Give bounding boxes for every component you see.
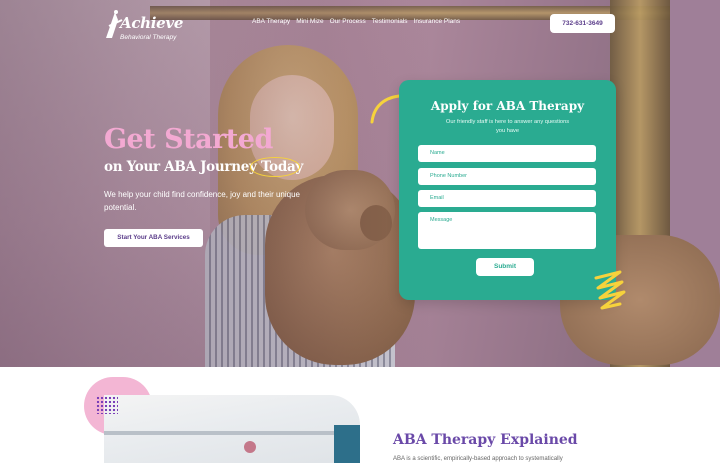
hero-description: We help your child find confidence, joy … xyxy=(104,190,300,212)
message-field[interactable]: Message xyxy=(418,212,596,249)
nav-item-our-process[interactable]: Our Process xyxy=(330,18,366,25)
main-nav: ABA Therapy Mini Mize Our Process Testim… xyxy=(252,18,460,25)
photo-ceiling-stripe xyxy=(104,431,360,435)
brand-tagline: Behavioral Therapy xyxy=(120,34,177,41)
nav-item-testimonials[interactable]: Testimonials xyxy=(372,18,408,25)
nav-item-mini-mize[interactable]: Mini Mize xyxy=(296,18,323,25)
nav-item-insurance-plans[interactable]: Insurance Plans xyxy=(414,18,461,25)
phone-field[interactable]: Phone Number xyxy=(418,168,596,185)
photo-wall-accent xyxy=(334,425,360,463)
section-title: ABA Therapy Explained xyxy=(393,432,578,448)
form-subtitle: Our friendly staff is here to answer any… xyxy=(445,119,570,134)
phone-button[interactable]: 732-631-3649 xyxy=(550,14,615,33)
brand-name: Achieve xyxy=(120,14,184,32)
hero-subheadline-prefix: on Your ABA Journey xyxy=(104,159,261,175)
photo-lamp xyxy=(244,441,256,453)
nav-item-aba-therapy[interactable]: ABA Therapy xyxy=(252,18,290,25)
scribble-decoration-icon xyxy=(594,270,626,310)
highlight-circle xyxy=(250,157,300,177)
submit-button[interactable]: Submit xyxy=(476,258,534,276)
dot-grid-decoration xyxy=(96,396,118,414)
form-title: Apply for ABA Therapy xyxy=(430,99,585,113)
start-services-button[interactable]: Start Your ABA Services xyxy=(104,229,203,247)
hero-headline: Get Started xyxy=(104,124,273,155)
application-form: Apply for ABA Therapy Our friendly staff… xyxy=(399,80,616,300)
section-photo xyxy=(104,395,360,463)
logo[interactable]: Achieve Behavioral Therapy xyxy=(104,8,186,42)
name-field[interactable]: Name xyxy=(418,145,596,162)
section-text: ABA is a scientific, empirically-based a… xyxy=(393,456,563,462)
email-field[interactable]: Email xyxy=(418,190,596,207)
